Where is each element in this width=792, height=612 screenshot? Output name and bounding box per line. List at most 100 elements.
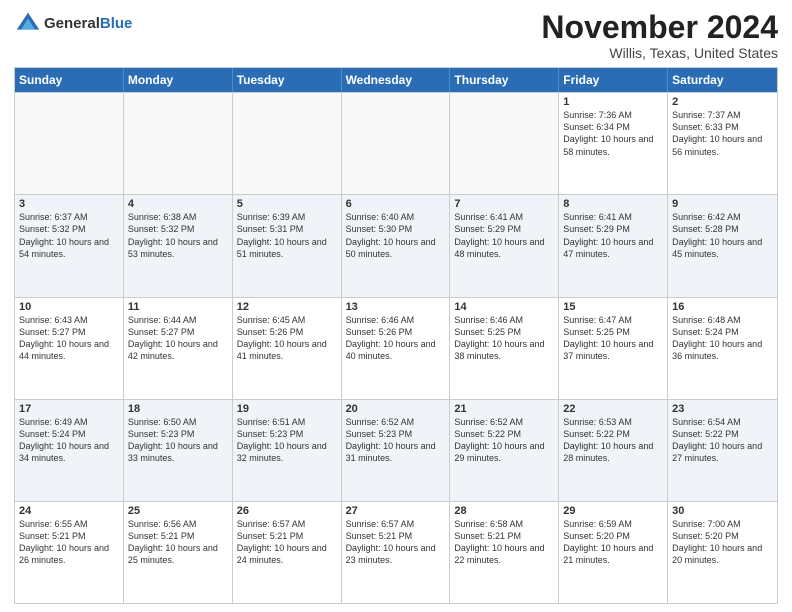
header-saturday: Saturday: [668, 68, 777, 92]
day-info: Sunrise: 6:42 AM Sunset: 5:28 PM Dayligh…: [672, 211, 773, 260]
day-info: Sunrise: 6:40 AM Sunset: 5:30 PM Dayligh…: [346, 211, 446, 260]
calendar-row-0: 1Sunrise: 7:36 AM Sunset: 6:34 PM Daylig…: [15, 92, 777, 194]
calendar-cell-r3-c4: 21Sunrise: 6:52 AM Sunset: 5:22 PM Dayli…: [450, 400, 559, 501]
calendar-row-1: 3Sunrise: 6:37 AM Sunset: 5:32 PM Daylig…: [15, 194, 777, 296]
calendar-cell-r2-c3: 13Sunrise: 6:46 AM Sunset: 5:26 PM Dayli…: [342, 298, 451, 399]
day-info: Sunrise: 6:59 AM Sunset: 5:20 PM Dayligh…: [563, 518, 663, 567]
day-number: 16: [672, 301, 773, 313]
day-number: 9: [672, 198, 773, 210]
logo-general: General: [44, 15, 100, 32]
day-info: Sunrise: 7:36 AM Sunset: 6:34 PM Dayligh…: [563, 109, 663, 158]
day-number: 23: [672, 403, 773, 415]
day-number: 24: [19, 505, 119, 517]
calendar-cell-r4-c3: 27Sunrise: 6:57 AM Sunset: 5:21 PM Dayli…: [342, 502, 451, 603]
location: Willis, Texas, United States: [541, 45, 778, 61]
calendar-cell-r3-c0: 17Sunrise: 6:49 AM Sunset: 5:24 PM Dayli…: [15, 400, 124, 501]
day-info: Sunrise: 7:37 AM Sunset: 6:33 PM Dayligh…: [672, 109, 773, 158]
day-number: 30: [672, 505, 773, 517]
day-info: Sunrise: 6:54 AM Sunset: 5:22 PM Dayligh…: [672, 416, 773, 465]
day-info: Sunrise: 6:43 AM Sunset: 5:27 PM Dayligh…: [19, 314, 119, 363]
day-number: 18: [128, 403, 228, 415]
day-info: Sunrise: 6:41 AM Sunset: 5:29 PM Dayligh…: [563, 211, 663, 260]
calendar: Sunday Monday Tuesday Wednesday Thursday…: [14, 67, 778, 604]
day-info: Sunrise: 6:46 AM Sunset: 5:26 PM Dayligh…: [346, 314, 446, 363]
calendar-cell-r2-c6: 16Sunrise: 6:48 AM Sunset: 5:24 PM Dayli…: [668, 298, 777, 399]
day-number: 4: [128, 198, 228, 210]
day-number: 10: [19, 301, 119, 313]
logo-icon: [14, 10, 42, 38]
calendar-cell-r1-c0: 3Sunrise: 6:37 AM Sunset: 5:32 PM Daylig…: [15, 195, 124, 296]
calendar-row-2: 10Sunrise: 6:43 AM Sunset: 5:27 PM Dayli…: [15, 297, 777, 399]
day-number: 13: [346, 301, 446, 313]
day-info: Sunrise: 6:55 AM Sunset: 5:21 PM Dayligh…: [19, 518, 119, 567]
calendar-cell-r1-c4: 7Sunrise: 6:41 AM Sunset: 5:29 PM Daylig…: [450, 195, 559, 296]
page: GeneralBlue November 2024 Willis, Texas,…: [0, 0, 792, 612]
day-info: Sunrise: 6:52 AM Sunset: 5:23 PM Dayligh…: [346, 416, 446, 465]
day-info: Sunrise: 6:46 AM Sunset: 5:25 PM Dayligh…: [454, 314, 554, 363]
logo-text: GeneralBlue: [44, 15, 132, 32]
day-info: Sunrise: 6:37 AM Sunset: 5:32 PM Dayligh…: [19, 211, 119, 260]
day-number: 5: [237, 198, 337, 210]
calendar-cell-r4-c2: 26Sunrise: 6:57 AM Sunset: 5:21 PM Dayli…: [233, 502, 342, 603]
calendar-cell-r0-c3: [342, 93, 451, 194]
header-tuesday: Tuesday: [233, 68, 342, 92]
calendar-cell-r0-c4: [450, 93, 559, 194]
day-info: Sunrise: 6:56 AM Sunset: 5:21 PM Dayligh…: [128, 518, 228, 567]
calendar-cell-r2-c4: 14Sunrise: 6:46 AM Sunset: 5:25 PM Dayli…: [450, 298, 559, 399]
day-info: Sunrise: 6:53 AM Sunset: 5:22 PM Dayligh…: [563, 416, 663, 465]
calendar-cell-r3-c2: 19Sunrise: 6:51 AM Sunset: 5:23 PM Dayli…: [233, 400, 342, 501]
day-info: Sunrise: 6:49 AM Sunset: 5:24 PM Dayligh…: [19, 416, 119, 465]
calendar-cell-r4-c0: 24Sunrise: 6:55 AM Sunset: 5:21 PM Dayli…: [15, 502, 124, 603]
day-info: Sunrise: 6:45 AM Sunset: 5:26 PM Dayligh…: [237, 314, 337, 363]
day-number: 20: [346, 403, 446, 415]
day-number: 29: [563, 505, 663, 517]
calendar-header: Sunday Monday Tuesday Wednesday Thursday…: [15, 68, 777, 92]
calendar-cell-r4-c6: 30Sunrise: 7:00 AM Sunset: 5:20 PM Dayli…: [668, 502, 777, 603]
day-number: 2: [672, 96, 773, 108]
day-number: 27: [346, 505, 446, 517]
calendar-body: 1Sunrise: 7:36 AM Sunset: 6:34 PM Daylig…: [15, 92, 777, 603]
day-number: 21: [454, 403, 554, 415]
month-title: November 2024: [541, 10, 778, 45]
calendar-row-3: 17Sunrise: 6:49 AM Sunset: 5:24 PM Dayli…: [15, 399, 777, 501]
day-number: 14: [454, 301, 554, 313]
day-info: Sunrise: 6:41 AM Sunset: 5:29 PM Dayligh…: [454, 211, 554, 260]
day-number: 8: [563, 198, 663, 210]
calendar-cell-r1-c5: 8Sunrise: 6:41 AM Sunset: 5:29 PM Daylig…: [559, 195, 668, 296]
logo-area: GeneralBlue: [14, 10, 132, 38]
day-number: 12: [237, 301, 337, 313]
calendar-cell-r4-c1: 25Sunrise: 6:56 AM Sunset: 5:21 PM Dayli…: [124, 502, 233, 603]
calendar-cell-r1-c3: 6Sunrise: 6:40 AM Sunset: 5:30 PM Daylig…: [342, 195, 451, 296]
calendar-cell-r1-c2: 5Sunrise: 6:39 AM Sunset: 5:31 PM Daylig…: [233, 195, 342, 296]
logo-blue: Blue: [100, 15, 133, 32]
day-number: 28: [454, 505, 554, 517]
header-monday: Monday: [124, 68, 233, 92]
day-number: 1: [563, 96, 663, 108]
day-number: 25: [128, 505, 228, 517]
day-number: 19: [237, 403, 337, 415]
day-number: 26: [237, 505, 337, 517]
calendar-row-4: 24Sunrise: 6:55 AM Sunset: 5:21 PM Dayli…: [15, 501, 777, 603]
day-number: 15: [563, 301, 663, 313]
day-number: 17: [19, 403, 119, 415]
day-info: Sunrise: 6:38 AM Sunset: 5:32 PM Dayligh…: [128, 211, 228, 260]
calendar-cell-r4-c4: 28Sunrise: 6:58 AM Sunset: 5:21 PM Dayli…: [450, 502, 559, 603]
day-info: Sunrise: 6:39 AM Sunset: 5:31 PM Dayligh…: [237, 211, 337, 260]
header-wednesday: Wednesday: [342, 68, 451, 92]
day-info: Sunrise: 6:47 AM Sunset: 5:25 PM Dayligh…: [563, 314, 663, 363]
calendar-cell-r0-c0: [15, 93, 124, 194]
calendar-cell-r0-c1: [124, 93, 233, 194]
title-area: November 2024 Willis, Texas, United Stat…: [541, 10, 778, 61]
header-sunday: Sunday: [15, 68, 124, 92]
day-info: Sunrise: 6:57 AM Sunset: 5:21 PM Dayligh…: [237, 518, 337, 567]
calendar-cell-r2-c5: 15Sunrise: 6:47 AM Sunset: 5:25 PM Dayli…: [559, 298, 668, 399]
day-number: 3: [19, 198, 119, 210]
calendar-cell-r0-c5: 1Sunrise: 7:36 AM Sunset: 6:34 PM Daylig…: [559, 93, 668, 194]
calendar-cell-r0-c6: 2Sunrise: 7:37 AM Sunset: 6:33 PM Daylig…: [668, 93, 777, 194]
calendar-cell-r2-c2: 12Sunrise: 6:45 AM Sunset: 5:26 PM Dayli…: [233, 298, 342, 399]
day-info: Sunrise: 7:00 AM Sunset: 5:20 PM Dayligh…: [672, 518, 773, 567]
day-number: 11: [128, 301, 228, 313]
header-thursday: Thursday: [450, 68, 559, 92]
calendar-cell-r2-c1: 11Sunrise: 6:44 AM Sunset: 5:27 PM Dayli…: [124, 298, 233, 399]
day-info: Sunrise: 6:57 AM Sunset: 5:21 PM Dayligh…: [346, 518, 446, 567]
